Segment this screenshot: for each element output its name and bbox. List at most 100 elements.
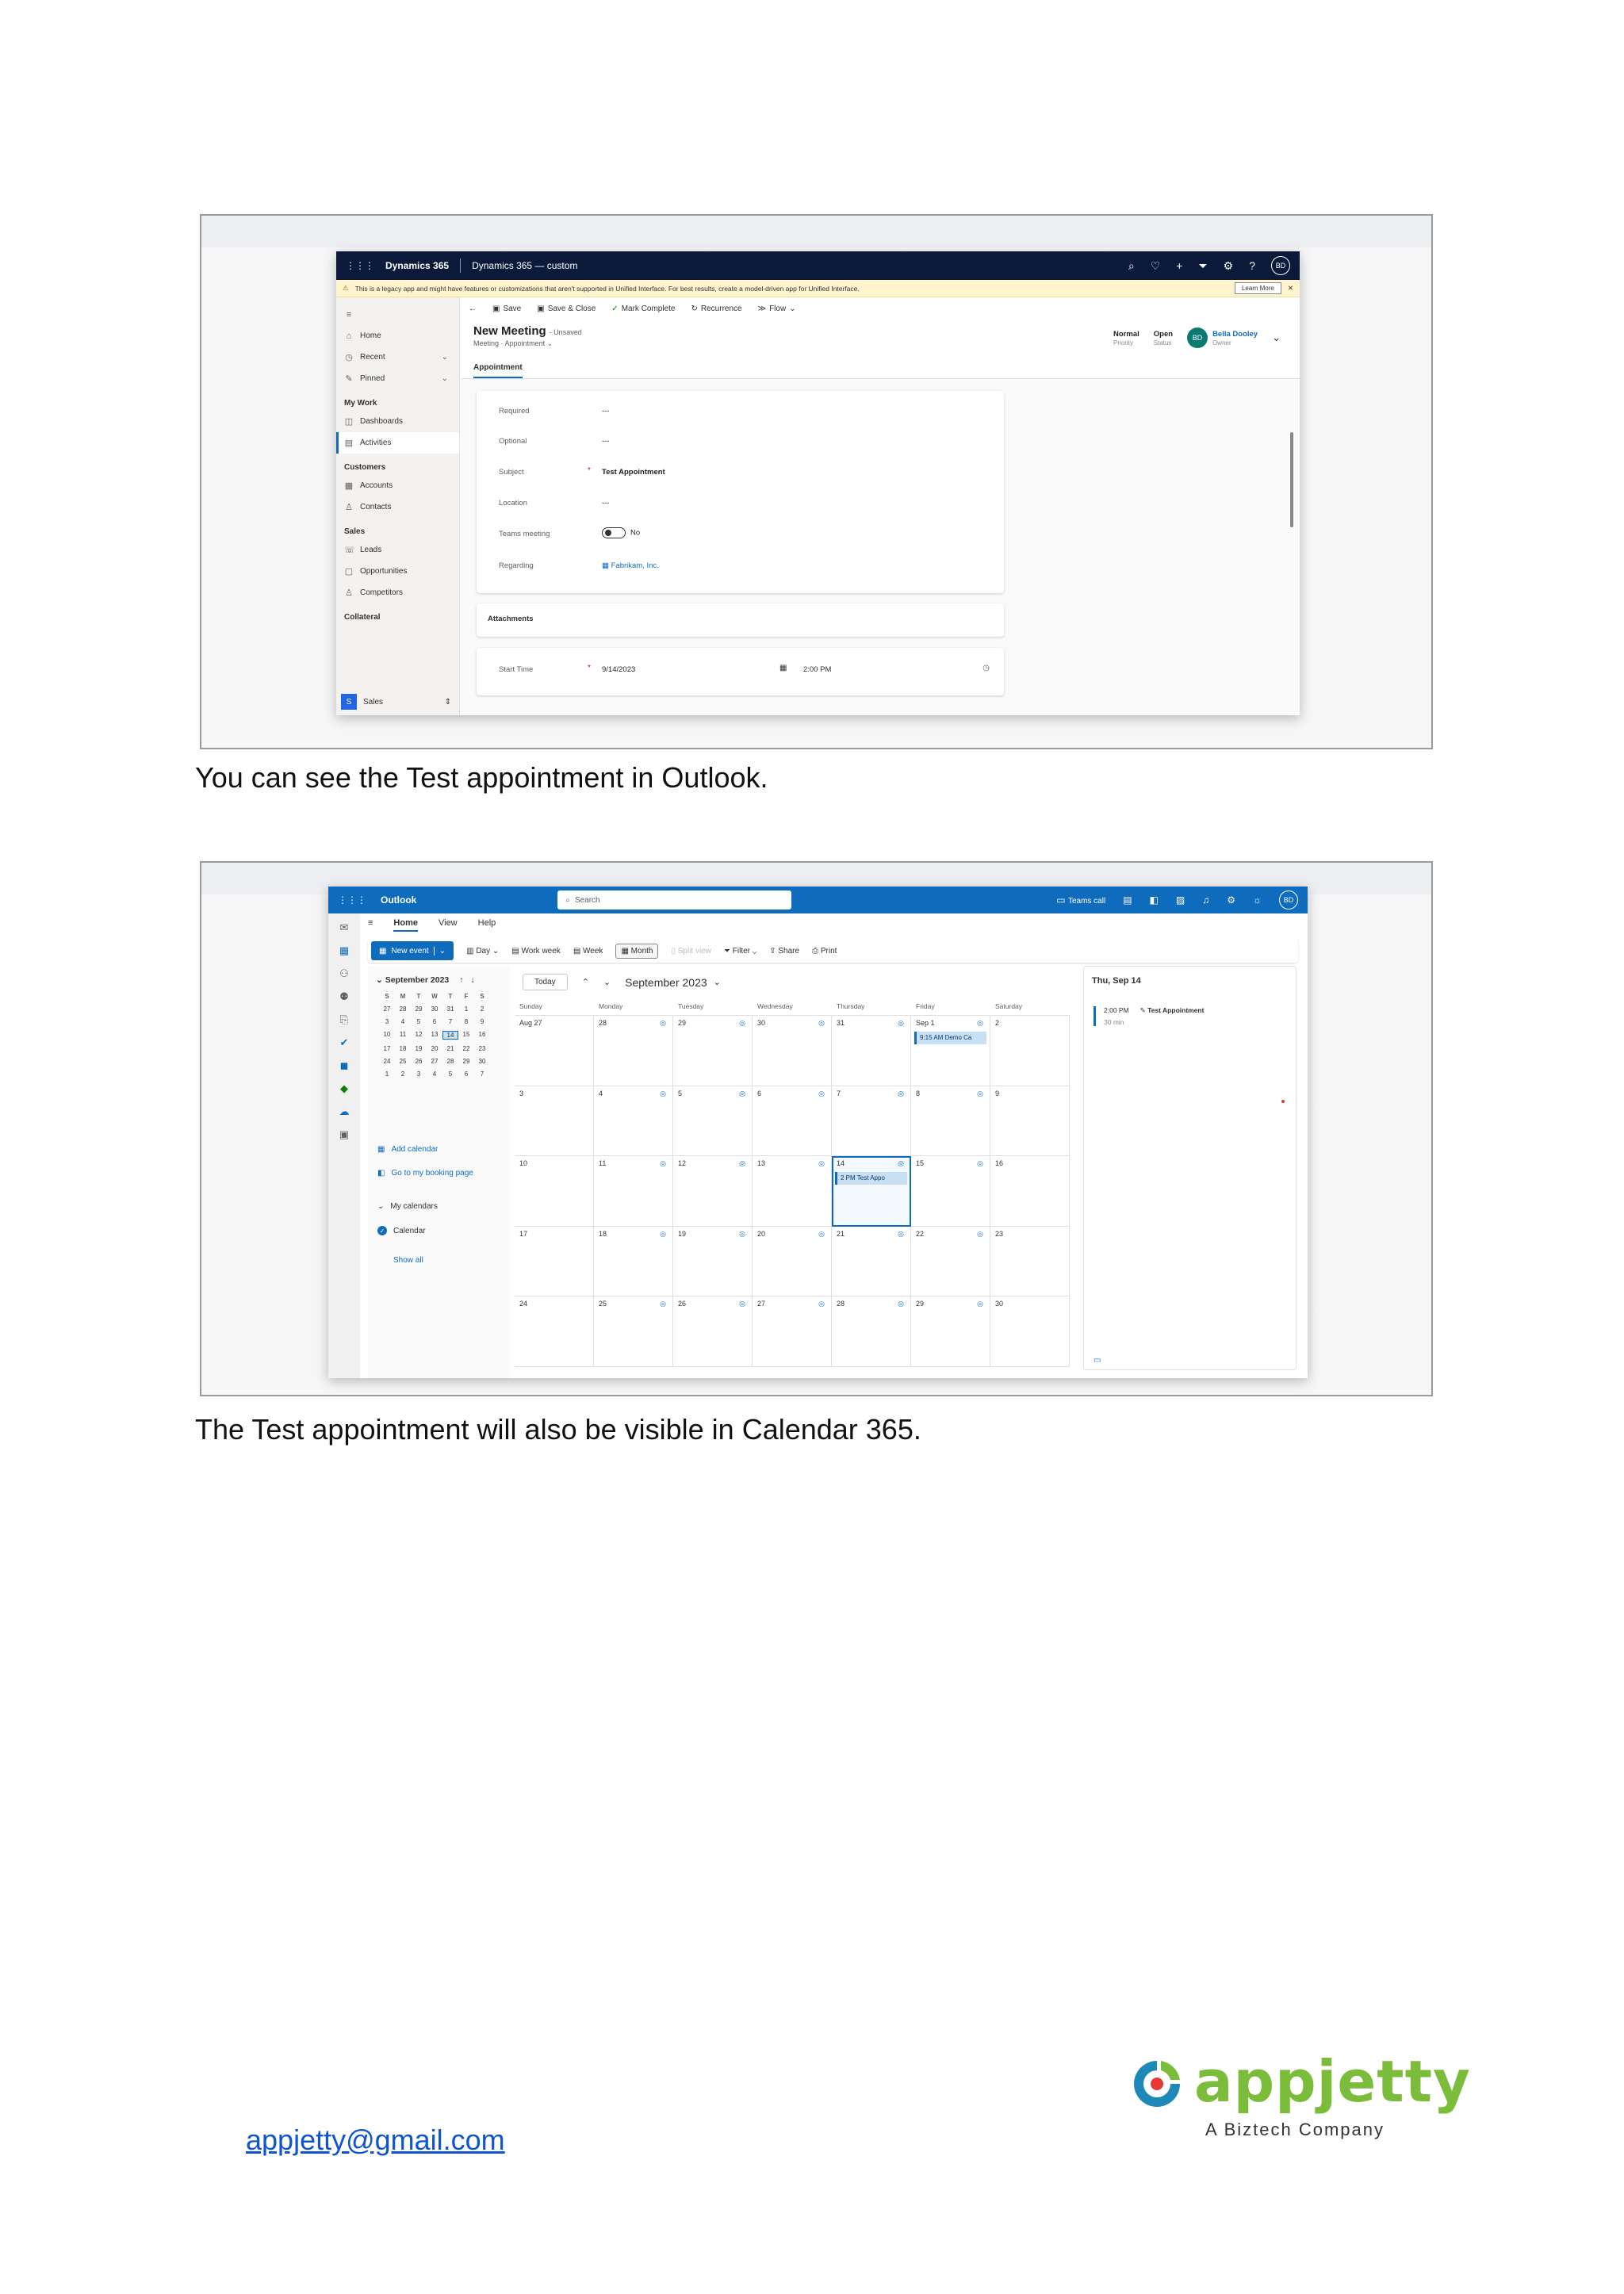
tab-help[interactable]: Help bbox=[478, 918, 496, 932]
sidebar-item-dashboards[interactable]: ◫ Dashboards bbox=[336, 411, 459, 432]
environment-name[interactable]: Dynamics 365 — custom bbox=[472, 260, 577, 271]
day-cell[interactable]: 30 bbox=[990, 1296, 1070, 1367]
mini-day[interactable]: 27 bbox=[427, 1058, 442, 1065]
email-link[interactable]: appjetty@gmail.com bbox=[246, 2124, 505, 2157]
mini-day[interactable]: 31 bbox=[442, 1005, 458, 1013]
mini-day[interactable]: 15 bbox=[458, 1031, 474, 1040]
sidebar-item-activities[interactable]: ▤ Activities bbox=[336, 432, 459, 454]
month-button[interactable]: ▦ Month bbox=[615, 943, 659, 959]
booking-page-link[interactable]: ◧ Go to my booking page bbox=[377, 1169, 473, 1178]
teams-meeting-toggle[interactable]: No bbox=[602, 527, 640, 538]
people-icon[interactable]: ⚇ bbox=[339, 967, 349, 980]
day-cell[interactable]: 29 ◎ bbox=[673, 1016, 753, 1086]
mini-day[interactable]: 10 bbox=[379, 1031, 395, 1040]
mini-day[interactable]: 17 bbox=[379, 1045, 395, 1052]
required-field[interactable]: --- bbox=[602, 407, 610, 416]
mini-day[interactable]: 9 bbox=[474, 1018, 490, 1025]
calendar-icon[interactable]: ▦ bbox=[339, 944, 349, 957]
back-arrow-icon[interactable]: ← bbox=[469, 304, 477, 313]
arrow-down-icon[interactable]: ↓ bbox=[470, 975, 474, 985]
day-cell[interactable]: Sep 1 ◎ 9:15 AM Demo Ca bbox=[911, 1016, 990, 1086]
bell-icon[interactable]: ♫ bbox=[1202, 894, 1209, 906]
sidebar-item-accounts[interactable]: ▦ Accounts bbox=[336, 475, 459, 496]
sidebar-item-pinned[interactable]: ✎ Pinned ⌄ bbox=[336, 368, 459, 389]
groups-icon[interactable]: ⚉ bbox=[339, 990, 349, 1003]
day-cell[interactable]: 28 ◎ bbox=[832, 1296, 911, 1367]
mini-day[interactable]: 8 bbox=[458, 1018, 474, 1025]
bookings-icon[interactable]: ◆ bbox=[340, 1082, 348, 1095]
sidebar-item-opportunities[interactable]: ▢ Opportunities bbox=[336, 561, 459, 582]
app-launcher-icon[interactable]: ⋮⋮⋮ bbox=[338, 894, 366, 906]
day-cell[interactable]: 9 bbox=[990, 1086, 1070, 1156]
calendar-checkbox[interactable]: ✓ Calendar bbox=[377, 1226, 426, 1235]
today-button[interactable]: Today bbox=[523, 974, 568, 990]
work-week-button[interactable]: ▤ Work week bbox=[511, 947, 561, 956]
hamburger-icon[interactable]: ≡ bbox=[344, 310, 354, 320]
print-button[interactable]: ⎙ Print bbox=[812, 947, 837, 956]
gear-icon[interactable]: ⚙ bbox=[1224, 259, 1234, 273]
day-cell[interactable]: 28 ◎ bbox=[594, 1016, 673, 1086]
excel-icon[interactable]: ◼ bbox=[340, 1059, 349, 1072]
plus-icon[interactable]: + bbox=[1176, 259, 1182, 272]
chevron-down-icon[interactable]: ⌄ bbox=[442, 353, 448, 362]
mini-day[interactable]: 20 bbox=[427, 1045, 442, 1052]
day-cell[interactable]: 2 bbox=[990, 1016, 1070, 1086]
tab-home[interactable]: Home bbox=[393, 918, 418, 932]
mini-day[interactable]: 3 bbox=[411, 1070, 427, 1078]
share-button[interactable]: ⇪ Share bbox=[769, 947, 799, 956]
hamburger-icon[interactable]: ≡ bbox=[368, 918, 373, 932]
forms-icon[interactable]: ▨ bbox=[1176, 894, 1185, 906]
mini-day[interactable]: 27 bbox=[379, 1005, 395, 1013]
search-input[interactable]: ⌕ Search bbox=[557, 890, 792, 910]
day-cell[interactable]: 17 bbox=[515, 1226, 594, 1296]
mini-day[interactable]: 24 bbox=[379, 1058, 395, 1065]
sidebar-item-leads[interactable]: ☏ Leads bbox=[336, 539, 459, 561]
tab-view[interactable]: View bbox=[439, 918, 458, 932]
mini-day[interactable]: 21 bbox=[442, 1045, 458, 1052]
mini-day[interactable]: 5 bbox=[411, 1018, 427, 1025]
avatar[interactable]: BD bbox=[1279, 890, 1298, 910]
mini-day[interactable]: 22 bbox=[458, 1045, 474, 1052]
mini-day[interactable]: 12 bbox=[411, 1031, 427, 1040]
agenda-footer-icon[interactable]: ▭ bbox=[1094, 1356, 1101, 1365]
mini-day[interactable]: 16 bbox=[474, 1031, 490, 1040]
onedrive-icon[interactable]: ☁ bbox=[339, 1105, 350, 1118]
day-cell[interactable]: 18 ◎ bbox=[594, 1226, 673, 1296]
mini-day[interactable]: 28 bbox=[395, 1005, 411, 1013]
mini-calendar-title[interactable]: September 2023 bbox=[385, 975, 450, 985]
subject-field[interactable]: Test Appointment bbox=[602, 468, 665, 477]
status-field[interactable]: Open Status bbox=[1154, 330, 1173, 347]
day-cell[interactable]: 22 ◎ bbox=[911, 1226, 990, 1296]
optional-field[interactable]: --- bbox=[602, 437, 610, 446]
mini-day[interactable]: 6 bbox=[427, 1018, 442, 1025]
scrollbar[interactable] bbox=[1290, 432, 1293, 527]
chevron-down-icon[interactable]: ⌄ bbox=[442, 374, 448, 383]
day-cell[interactable]: 8 ◎ bbox=[911, 1086, 990, 1156]
day-cell[interactable]: 31 ◎ bbox=[832, 1016, 911, 1086]
location-field[interactable]: --- bbox=[602, 499, 610, 507]
avatar[interactable]: BD bbox=[1271, 256, 1290, 275]
recurrence-button[interactable]: ↻ Recurrence bbox=[691, 304, 742, 313]
agenda-event[interactable]: 2:00 PM ✎ Test Appointment 30 min bbox=[1094, 1006, 1204, 1026]
day-cell[interactable]: 15 ◎ bbox=[911, 1156, 990, 1227]
day-cell[interactable]: 29 ◎ bbox=[911, 1296, 990, 1367]
todo-icon[interactable]: ✔ bbox=[340, 1036, 349, 1049]
mini-day[interactable]: 11 bbox=[395, 1031, 411, 1040]
owner-name[interactable]: Bella Dooley bbox=[1212, 330, 1258, 339]
day-cell[interactable]: 26 ◎ bbox=[673, 1296, 753, 1367]
sidebar-item-contacts[interactable]: ♙ Contacts bbox=[336, 496, 459, 518]
day-cell[interactable]: 4 ◎ bbox=[594, 1086, 673, 1156]
toggle-switch[interactable] bbox=[602, 527, 626, 538]
mini-day[interactable]: 18 bbox=[395, 1045, 411, 1052]
mini-day[interactable]: 4 bbox=[427, 1070, 442, 1078]
mini-day[interactable]: 29 bbox=[411, 1005, 427, 1013]
day-cell[interactable]: 24 bbox=[515, 1296, 594, 1367]
filter-button[interactable]: ⏷ Filter ⌄ bbox=[724, 947, 756, 956]
sidebar-item-recent[interactable]: ◷ Recent ⌄ bbox=[336, 347, 459, 368]
mini-day[interactable]: 30 bbox=[474, 1058, 490, 1065]
day-cell[interactable]: 21 ◎ bbox=[832, 1226, 911, 1296]
arrow-up-icon[interactable]: ↑ bbox=[459, 975, 463, 985]
add-calendar-link[interactable]: ▦ Add calendar bbox=[377, 1145, 438, 1154]
day-cell[interactable]: 16 bbox=[990, 1156, 1070, 1227]
app-name[interactable]: Dynamics 365 bbox=[385, 260, 449, 271]
